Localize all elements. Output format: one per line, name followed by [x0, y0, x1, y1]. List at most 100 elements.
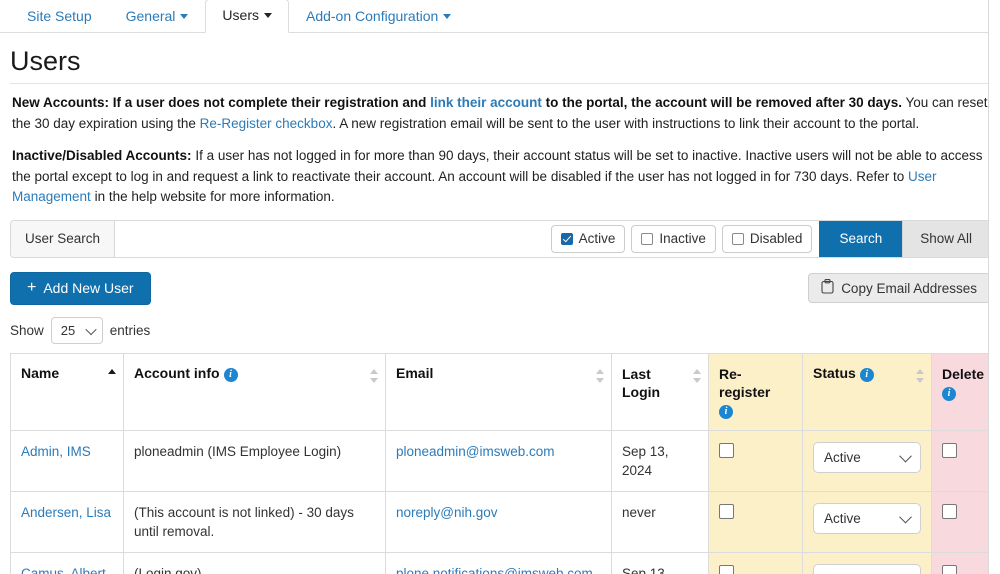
column-header-re-register-label: Re-register: [719, 365, 771, 400]
sort-indicator-icon[interactable]: [693, 368, 702, 383]
info-icon[interactable]: i: [719, 404, 733, 419]
cell-re-register: [708, 429, 803, 492]
filter-disabled[interactable]: Disabled: [721, 224, 813, 253]
cell-status: Active: [802, 429, 932, 492]
sort-indicator-icon[interactable]: [596, 368, 605, 383]
column-header-account-info-label: Account info: [134, 364, 220, 381]
cell-last-login: never: [611, 490, 709, 553]
info-icon[interactable]: i: [223, 367, 238, 382]
tab-addon-configuration-label: Add-on Configuration: [305, 8, 439, 24]
cell-name: Andersen, Lisa: [10, 490, 124, 553]
delete-checkbox[interactable]: [942, 442, 957, 458]
cell-status: Active: [802, 551, 932, 574]
user-name-link[interactable]: Camus, Albert: [21, 566, 106, 574]
user-email-link[interactable]: ploneadmin@imsweb.com: [396, 444, 555, 459]
re-register-checkbox[interactable]: [719, 564, 734, 574]
show-all-button[interactable]: Show All: [902, 220, 989, 257]
link-their-account-link[interactable]: link their account: [430, 95, 542, 110]
clipboard-icon: [821, 279, 834, 297]
column-header-email[interactable]: Email: [385, 352, 612, 431]
column-header-last-login[interactable]: Last Login: [611, 352, 709, 431]
column-header-account-info[interactable]: Account info i: [123, 352, 386, 431]
tab-general[interactable]: General: [109, 0, 206, 33]
page-description: New Accounts: If a user does not complet…: [0, 93, 1000, 208]
show-entries-suffix: entries: [109, 322, 151, 338]
cell-email: plone.notifications@imsweb.com: [385, 551, 612, 574]
new-accounts-text-2: to the portal, the account will be remov…: [541, 95, 902, 110]
column-header-name[interactable]: Name: [10, 352, 124, 431]
column-header-status[interactable]: Status i: [802, 352, 932, 431]
checkbox-disabled-icon[interactable]: [731, 232, 744, 245]
user-search-label: User Search: [11, 220, 116, 257]
new-accounts-text-1: If a user does not complete their regist…: [109, 95, 431, 110]
cell-status: Active: [802, 490, 932, 553]
chevron-down-icon: [263, 12, 272, 18]
table-header-row: Name Account info i Email Last Login Re-r…: [10, 352, 1000, 431]
inactive-disabled-lead: Inactive/Disabled Accounts:: [12, 148, 192, 163]
filter-inactive[interactable]: Inactive: [631, 224, 716, 253]
table-row: Andersen, Lisa (This account is not link…: [10, 490, 1000, 553]
user-email-link[interactable]: noreply@nih.gov: [396, 505, 498, 520]
status-select[interactable]: Active: [813, 563, 921, 574]
status-filter-group: Active Inactive Disabled: [544, 221, 820, 257]
show-entries-row: Show 25 entries: [10, 316, 990, 344]
cell-re-register: [708, 490, 803, 553]
user-email-link[interactable]: plone.notifications@imsweb.com: [396, 566, 593, 574]
filter-disabled-label: Disabled: [749, 231, 803, 246]
re-register-checkbox[interactable]: [719, 442, 734, 458]
cell-re-register: [708, 551, 803, 574]
page-title: Users: [10, 46, 81, 76]
sort-indicator-icon[interactable]: [370, 368, 379, 383]
column-header-re-register: Re-register i: [708, 352, 803, 431]
users-management-page: Site Setup General Users Add-on Configur…: [0, 0, 1000, 574]
user-name-link[interactable]: Andersen, Lisa: [21, 505, 111, 520]
re-register-checkbox[interactable]: [719, 503, 734, 519]
status-select[interactable]: Active: [813, 502, 921, 534]
info-icon[interactable]: i: [942, 386, 956, 401]
tab-addon-configuration[interactable]: Add-on Configuration: [289, 0, 468, 33]
cell-name: Admin, IMS: [10, 429, 124, 492]
tab-site-setup-label: Site Setup: [27, 8, 92, 24]
chevron-down-icon: [180, 13, 189, 19]
copy-email-addresses-button[interactable]: Copy Email Addresses: [808, 273, 990, 303]
entries-per-page-select[interactable]: 25: [50, 316, 103, 344]
search-input[interactable]: [115, 220, 544, 257]
column-header-name-label: Name: [21, 364, 60, 381]
title-divider: [10, 83, 990, 84]
cell-email: ploneadmin@imsweb.com: [385, 429, 612, 492]
inactive-disabled-paragraph: Inactive/Disabled Accounts: If a user ha…: [12, 146, 988, 208]
delete-checkbox[interactable]: [942, 564, 957, 574]
tab-site-setup[interactable]: Site Setup: [10, 0, 109, 33]
chevron-down-icon: [443, 13, 452, 19]
action-row: + Add New User Copy Email Addresses: [10, 271, 990, 305]
filter-active[interactable]: Active: [550, 224, 626, 253]
cell-last-login: Sep 13, 2024: [611, 429, 709, 492]
add-new-user-label: Add New User: [43, 280, 134, 296]
info-icon[interactable]: i: [859, 367, 874, 382]
tab-users[interactable]: Users: [205, 0, 289, 33]
cell-email: noreply@nih.gov: [385, 490, 612, 553]
user-name-link[interactable]: Admin, IMS: [21, 444, 91, 459]
table-row: Admin, IMS ploneadmin (IMS Employee Logi…: [10, 429, 1000, 492]
add-new-user-button[interactable]: + Add New User: [10, 271, 151, 305]
users-table-head: Name Account info i Email Last Login Re-r…: [10, 352, 1000, 431]
column-header-status-label: Status: [813, 364, 856, 381]
entries-select-wrap: 25: [50, 316, 103, 344]
cell-account-info: (This account is not linked) - 30 days u…: [123, 490, 386, 553]
re-register-checkbox-link[interactable]: Re-Register checkbox: [200, 116, 333, 131]
new-accounts-text-4: . A new registration email will be sent …: [332, 115, 920, 131]
status-select-wrap: Active: [813, 563, 921, 574]
checkbox-inactive-icon[interactable]: [641, 232, 654, 245]
page-right-edge: [988, 0, 1000, 574]
users-table: Name Account info i Email Last Login Re-r…: [10, 352, 1000, 574]
delete-checkbox[interactable]: [942, 503, 957, 519]
checkbox-active-icon[interactable]: [560, 232, 573, 245]
sort-indicator-ascending-icon[interactable]: [108, 368, 117, 383]
sort-indicator-icon[interactable]: [916, 368, 925, 383]
settings-tab-bar: Site Setup General Users Add-on Configur…: [0, 0, 1000, 33]
cell-last-login: Sep 13, 2024: [611, 551, 709, 574]
status-select-wrap: Active: [813, 441, 921, 473]
search-button[interactable]: Search: [819, 220, 903, 257]
user-search-bar: User Search Active Inactive Disabled Sea…: [10, 219, 990, 258]
status-select[interactable]: Active: [813, 441, 921, 473]
